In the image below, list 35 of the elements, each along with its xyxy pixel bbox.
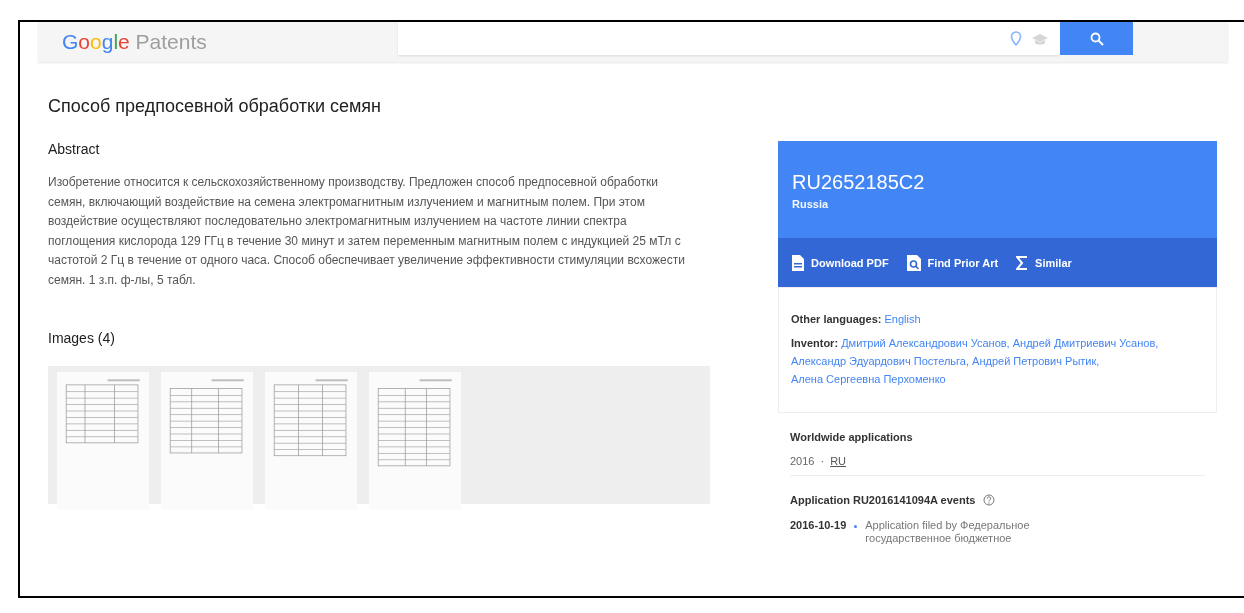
link[interactable]: Дмитрий Александрович Усанов, <box>841 337 1010 349</box>
field-label: Other languages: <box>791 313 882 325</box>
action-button[interactable]: Find Prior Art <box>902 252 1003 273</box>
bullet-dot <box>854 525 858 528</box>
country-label: Russia <box>792 198 830 210</box>
search-button[interactable] <box>1060 22 1133 55</box>
event-date: 2016-10-19 <box>790 519 847 531</box>
graduation-cap-icon <box>1032 32 1048 45</box>
country-link[interactable]: RU <box>830 455 847 467</box>
year-text: 2016 <box>790 455 815 467</box>
section-heading: Images (4) <box>48 330 116 346</box>
location-pin-icon <box>1010 30 1022 47</box>
event-text: Application filed by Федеральное государственное бюджетное <box>865 519 1031 545</box>
search-field[interactable] <box>398 22 1060 55</box>
section-heading: Abstract <box>48 141 101 157</box>
field-label: Inventor: <box>791 337 839 349</box>
logo[interactable]: Google Patents <box>38 30 398 54</box>
page-title: Способ предпосевной обработки семян <box>48 96 382 117</box>
magnifier-document-icon <box>906 254 921 271</box>
help-icon <box>983 494 996 506</box>
sigma-icon <box>1016 255 1029 270</box>
action-button[interactable]: Download PDF <box>788 252 893 273</box>
link[interactable]: English <box>884 313 921 325</box>
action-button[interactable]: Similar <box>1012 253 1076 272</box>
link[interactable]: Андрей Петрович Рытик, <box>972 355 1100 367</box>
section-heading: Worldwide applications <box>790 431 914 443</box>
section-heading: Application RU2016141094A events <box>790 494 976 506</box>
link[interactable]: Александр Эдуардович Постельга, <box>791 355 969 367</box>
link[interactable]: Алена Сергеевна Перхоменко <box>791 373 946 385</box>
separator-dot: · <box>820 455 825 467</box>
search-icon <box>1089 31 1104 46</box>
link[interactable]: Андрей Дмитриевич Усанов, <box>1012 337 1159 349</box>
patent-number: RU2652185C2 <box>792 171 926 194</box>
document-icon <box>792 254 804 271</box>
abstract-text: Изобретение относится к сельскохозяйственному производству. Предложен способ предпосевной обработки семян, включающий воздействие на семена электромагнитным излучением и магнитным полем. При этом воздействие осуществляют последовательно электромагнитным излучением на частоте линии спектра поглощения кислорода 129 ГГц в течение 30 минут и затем переменным магнитным полем с индукцией 25 мТл с частотой 2 Гц в течение от одного часа. Способ обеспечивает увеличение эффективности стимуляции всхожести семян. 1 з.п. ф-лы, 5 табл. <box>48 174 686 289</box>
